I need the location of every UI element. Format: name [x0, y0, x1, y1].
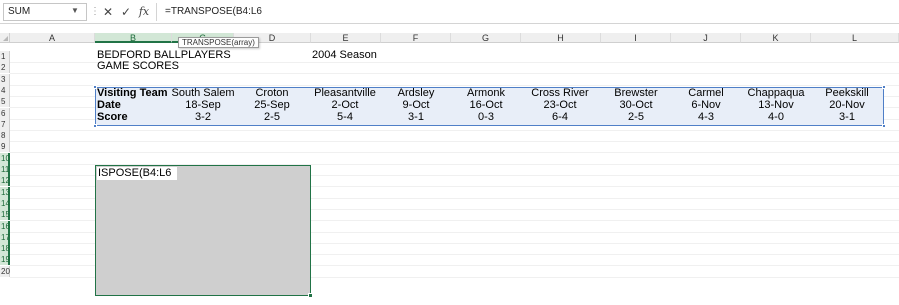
team-cell[interactable]: Cross River: [520, 88, 600, 99]
score-cell[interactable]: 0-3: [446, 112, 526, 123]
row-header-12[interactable]: 12: [0, 175, 10, 186]
score-cell[interactable]: 3-1: [376, 112, 456, 123]
range-handle-bottom-right[interactable]: [882, 124, 886, 128]
team-cell[interactable]: South Salem: [163, 88, 243, 99]
row-gridline: [10, 141, 899, 142]
row-header-20[interactable]: 20: [0, 266, 10, 277]
formula-input[interactable]: =TRANSPOSE(B4:L6: [156, 3, 897, 21]
team-cell[interactable]: Ardsley: [376, 88, 456, 99]
column-header-l[interactable]: L: [811, 33, 899, 43]
row-header-11[interactable]: 11: [0, 164, 10, 175]
score-cell[interactable]: 2-5: [232, 112, 312, 123]
row-header-9[interactable]: 9: [0, 141, 10, 152]
team-cell[interactable]: Peekskill: [807, 88, 887, 99]
enter-icon[interactable]: ✓: [118, 3, 134, 21]
formula-bar-grip-icon: ⋮: [90, 6, 100, 17]
row-gridline: [10, 73, 899, 74]
insert-function-icon[interactable]: fx: [136, 3, 152, 21]
column-header-f[interactable]: F: [381, 33, 451, 43]
date-cell[interactable]: 23-Oct: [520, 100, 600, 111]
column-header-e[interactable]: E: [311, 33, 381, 43]
row-header-5[interactable]: 5: [0, 96, 10, 107]
title-cell-game-scores[interactable]: GAME SCORES: [97, 61, 179, 72]
row-header-16[interactable]: 16: [0, 221, 10, 232]
row-gridline: [10, 130, 899, 131]
team-cell[interactable]: Brewster: [596, 88, 676, 99]
team-cell[interactable]: Armonk: [446, 88, 526, 99]
row-header-19[interactable]: 19: [0, 254, 10, 265]
column-header-j[interactable]: J: [671, 33, 741, 43]
select-all-corner[interactable]: [0, 33, 10, 43]
row-header-7[interactable]: 7: [0, 119, 10, 130]
score-cell[interactable]: 3-2: [163, 112, 243, 123]
score-cell[interactable]: 4-3: [666, 112, 746, 123]
score-cell[interactable]: 2-5: [596, 112, 676, 123]
date-cell[interactable]: 18-Sep: [163, 100, 243, 111]
date-cell[interactable]: 20-Nov: [807, 100, 887, 111]
name-box-dropdown-icon[interactable]: ▼: [71, 3, 79, 19]
score-cell[interactable]: 4-0: [736, 112, 816, 123]
row-header-10[interactable]: 10: [0, 153, 10, 164]
row-header-1[interactable]: 1: [0, 51, 10, 62]
row-header-17[interactable]: 17: [0, 232, 10, 243]
formula-bar: SUM ▼ ⋮ ✕ ✓ fx =TRANSPOSE(B4:L6: [0, 0, 899, 24]
row-header-18[interactable]: 18: [0, 243, 10, 254]
row-gridline: [10, 85, 899, 86]
label-visiting-team[interactable]: Visiting Team: [97, 88, 168, 99]
fill-handle[interactable]: [308, 293, 313, 298]
label-date[interactable]: Date: [97, 100, 121, 111]
column-header-k[interactable]: K: [741, 33, 811, 43]
column-header-i[interactable]: I: [601, 33, 671, 43]
row-header-14[interactable]: 14: [0, 198, 10, 209]
row-header-8[interactable]: 8: [0, 130, 10, 141]
column-header-a[interactable]: A: [10, 33, 95, 43]
transpose-output-range[interactable]: ISPOSE(B4:L6: [95, 165, 313, 298]
row-header-13[interactable]: 13: [0, 187, 10, 198]
date-cell[interactable]: 9-Oct: [376, 100, 456, 111]
date-cell[interactable]: 6-Nov: [666, 100, 746, 111]
season-cell[interactable]: 2004 Season: [312, 50, 377, 61]
score-cell[interactable]: 3-1: [807, 112, 887, 123]
row-header-2[interactable]: 2: [0, 62, 10, 73]
team-cell[interactable]: Croton: [232, 88, 312, 99]
row-header-6[interactable]: 6: [0, 108, 10, 119]
range-handle-bottom-left[interactable]: [93, 124, 97, 128]
row-gridline: [10, 152, 899, 153]
column-header-b[interactable]: B: [95, 33, 172, 43]
date-cell[interactable]: 2-Oct: [305, 100, 385, 111]
date-cell[interactable]: 30-Oct: [596, 100, 676, 111]
function-tooltip: TRANSPOSE(array): [178, 37, 259, 48]
label-score[interactable]: Score: [97, 112, 128, 123]
score-cell[interactable]: 6-4: [520, 112, 600, 123]
column-header-g[interactable]: G: [451, 33, 521, 43]
row-header-15[interactable]: 15: [0, 209, 10, 220]
row-header-4[interactable]: 4: [0, 85, 10, 96]
team-cell[interactable]: Carmel: [666, 88, 746, 99]
team-cell[interactable]: Chappaqua: [736, 88, 816, 99]
output-cell-text[interactable]: ISPOSE(B4:L6: [97, 167, 177, 180]
team-cell[interactable]: Pleasantville: [305, 88, 385, 99]
date-cell[interactable]: 25-Sep: [232, 100, 312, 111]
cancel-icon[interactable]: ✕: [100, 3, 116, 21]
row-header-3[interactable]: 3: [0, 74, 10, 85]
score-cell[interactable]: 5-4: [305, 112, 385, 123]
column-header-h[interactable]: H: [521, 33, 601, 43]
date-cell[interactable]: 16-Oct: [446, 100, 526, 111]
select-all-triangle-icon: [3, 36, 8, 41]
date-cell[interactable]: 13-Nov: [736, 100, 816, 111]
